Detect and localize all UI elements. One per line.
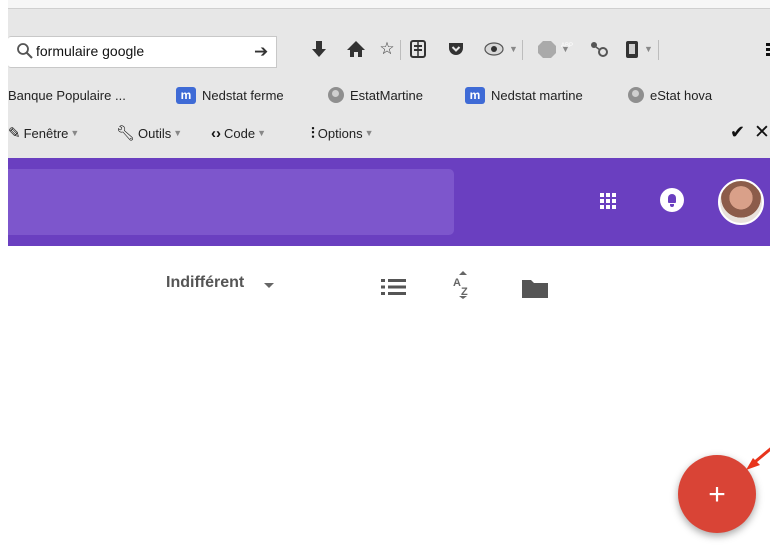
notifications-bell-icon[interactable] <box>660 188 684 212</box>
sliders-icon: ⫶ <box>311 124 315 142</box>
bookmarks-toolbar: Banque Populaire ... m Nedstat ferme Est… <box>8 83 776 109</box>
chevron-down-icon: ▼ <box>173 128 183 138</box>
menu-fenetre[interactable]: ✎ Fenêtre ▼ <box>8 121 79 145</box>
pocket-icon[interactable] <box>446 38 466 60</box>
chevron-down-icon: ▼ <box>70 128 80 138</box>
menu-label: Fenêtre <box>23 125 69 141</box>
pencil-icon: ✎ <box>8 125 21 142</box>
list-view-icon[interactable] <box>381 277 407 297</box>
m-badge-icon: m <box>176 86 196 104</box>
svg-text:A: A <box>453 277 461 289</box>
home-icon[interactable] <box>345 38 367 60</box>
owner-filter-dropdown[interactable]: Indifférent <box>166 274 244 292</box>
bookmark-nedstat-ferme[interactable]: m Nedstat ferme <box>176 83 284 107</box>
chevron-down-icon: ▼ <box>257 128 266 138</box>
sort-az-icon[interactable]: A Z <box>452 270 474 300</box>
go-arrow-icon[interactable]: ➔ <box>254 42 268 62</box>
chevron-down-icon: ▼ <box>364 128 374 138</box>
menu-label: Options <box>317 125 363 141</box>
chevron-down-icon[interactable] <box>264 283 274 288</box>
bookmark-star-icon[interactable]: ☆ <box>377 38 397 60</box>
extension-nodes-icon[interactable] <box>588 38 610 60</box>
bookmark-label: Banque Populaire ... <box>8 87 126 103</box>
bookmark-label: EstatMartine <box>350 87 423 103</box>
folder-icon[interactable] <box>521 277 549 299</box>
search-field[interactable] <box>8 169 454 235</box>
bookmark-label: Nedstat martine <box>491 87 583 103</box>
adblock-plus-icon[interactable] <box>536 38 558 60</box>
toolbar-separator <box>658 40 659 60</box>
globe-icon <box>628 87 644 103</box>
menu-label: Outils <box>138 125 172 141</box>
bookmark-estat-hova[interactable]: eStat hova <box>628 83 712 107</box>
bookmark-label: eStat hova <box>650 87 713 103</box>
page-right-edge <box>770 0 776 550</box>
url-bar[interactable]: ➔ <box>8 36 277 68</box>
toolbar-separator <box>522 40 523 60</box>
menu-options[interactable]: ⫶ Options ▼ <box>311 121 374 145</box>
bookmark-label: Nedstat ferme <box>202 87 284 103</box>
toolbar-separator <box>400 40 401 60</box>
privacy-dropdown-icon[interactable]: ▼ <box>509 44 518 54</box>
clipboard-dropdown-icon[interactable]: ▼ <box>644 44 653 54</box>
tab-strip-edge <box>8 0 776 9</box>
globe-icon <box>328 87 344 103</box>
bookmark-nedstat-martine[interactable]: m Nedstat martine <box>465 83 583 107</box>
download-icon[interactable] <box>310 38 328 60</box>
menu-code[interactable]: ‹› Code ▼ <box>211 121 266 145</box>
search-icon <box>17 43 33 59</box>
privacy-eye-icon[interactable] <box>483 38 505 60</box>
m-badge-icon: m <box>465 86 485 104</box>
avatar[interactable] <box>718 179 764 225</box>
checkmark-icon[interactable]: ✔ <box>730 122 745 143</box>
bookmarks-list-icon[interactable] <box>408 38 428 60</box>
clipboard-icon[interactable] <box>623 38 641 60</box>
adblock-dropdown-icon[interactable]: ▼ <box>561 44 570 54</box>
apps-grid-icon[interactable] <box>598 191 618 211</box>
close-icon[interactable]: ✕ <box>754 121 770 144</box>
page-left-edge <box>0 0 8 550</box>
menu-label: Code <box>224 125 256 141</box>
url-input[interactable] <box>36 43 236 59</box>
code-brackets-icon: ‹› <box>211 124 221 142</box>
menu-outils[interactable]: 🔧︎ Outils ▼ <box>116 121 182 145</box>
developer-toolbar: ✎ Fenêtre ▼ 🔧︎ Outils ▼ ‹› Code ▼ ⫶ Opti… <box>8 121 776 147</box>
app-header <box>8 158 776 246</box>
bookmark-banque-populaire[interactable]: Banque Populaire ... <box>8 83 126 107</box>
bookmark-estatmartine[interactable]: EstatMartine <box>328 83 423 107</box>
wrench-icon: 🔧︎ <box>116 125 136 142</box>
